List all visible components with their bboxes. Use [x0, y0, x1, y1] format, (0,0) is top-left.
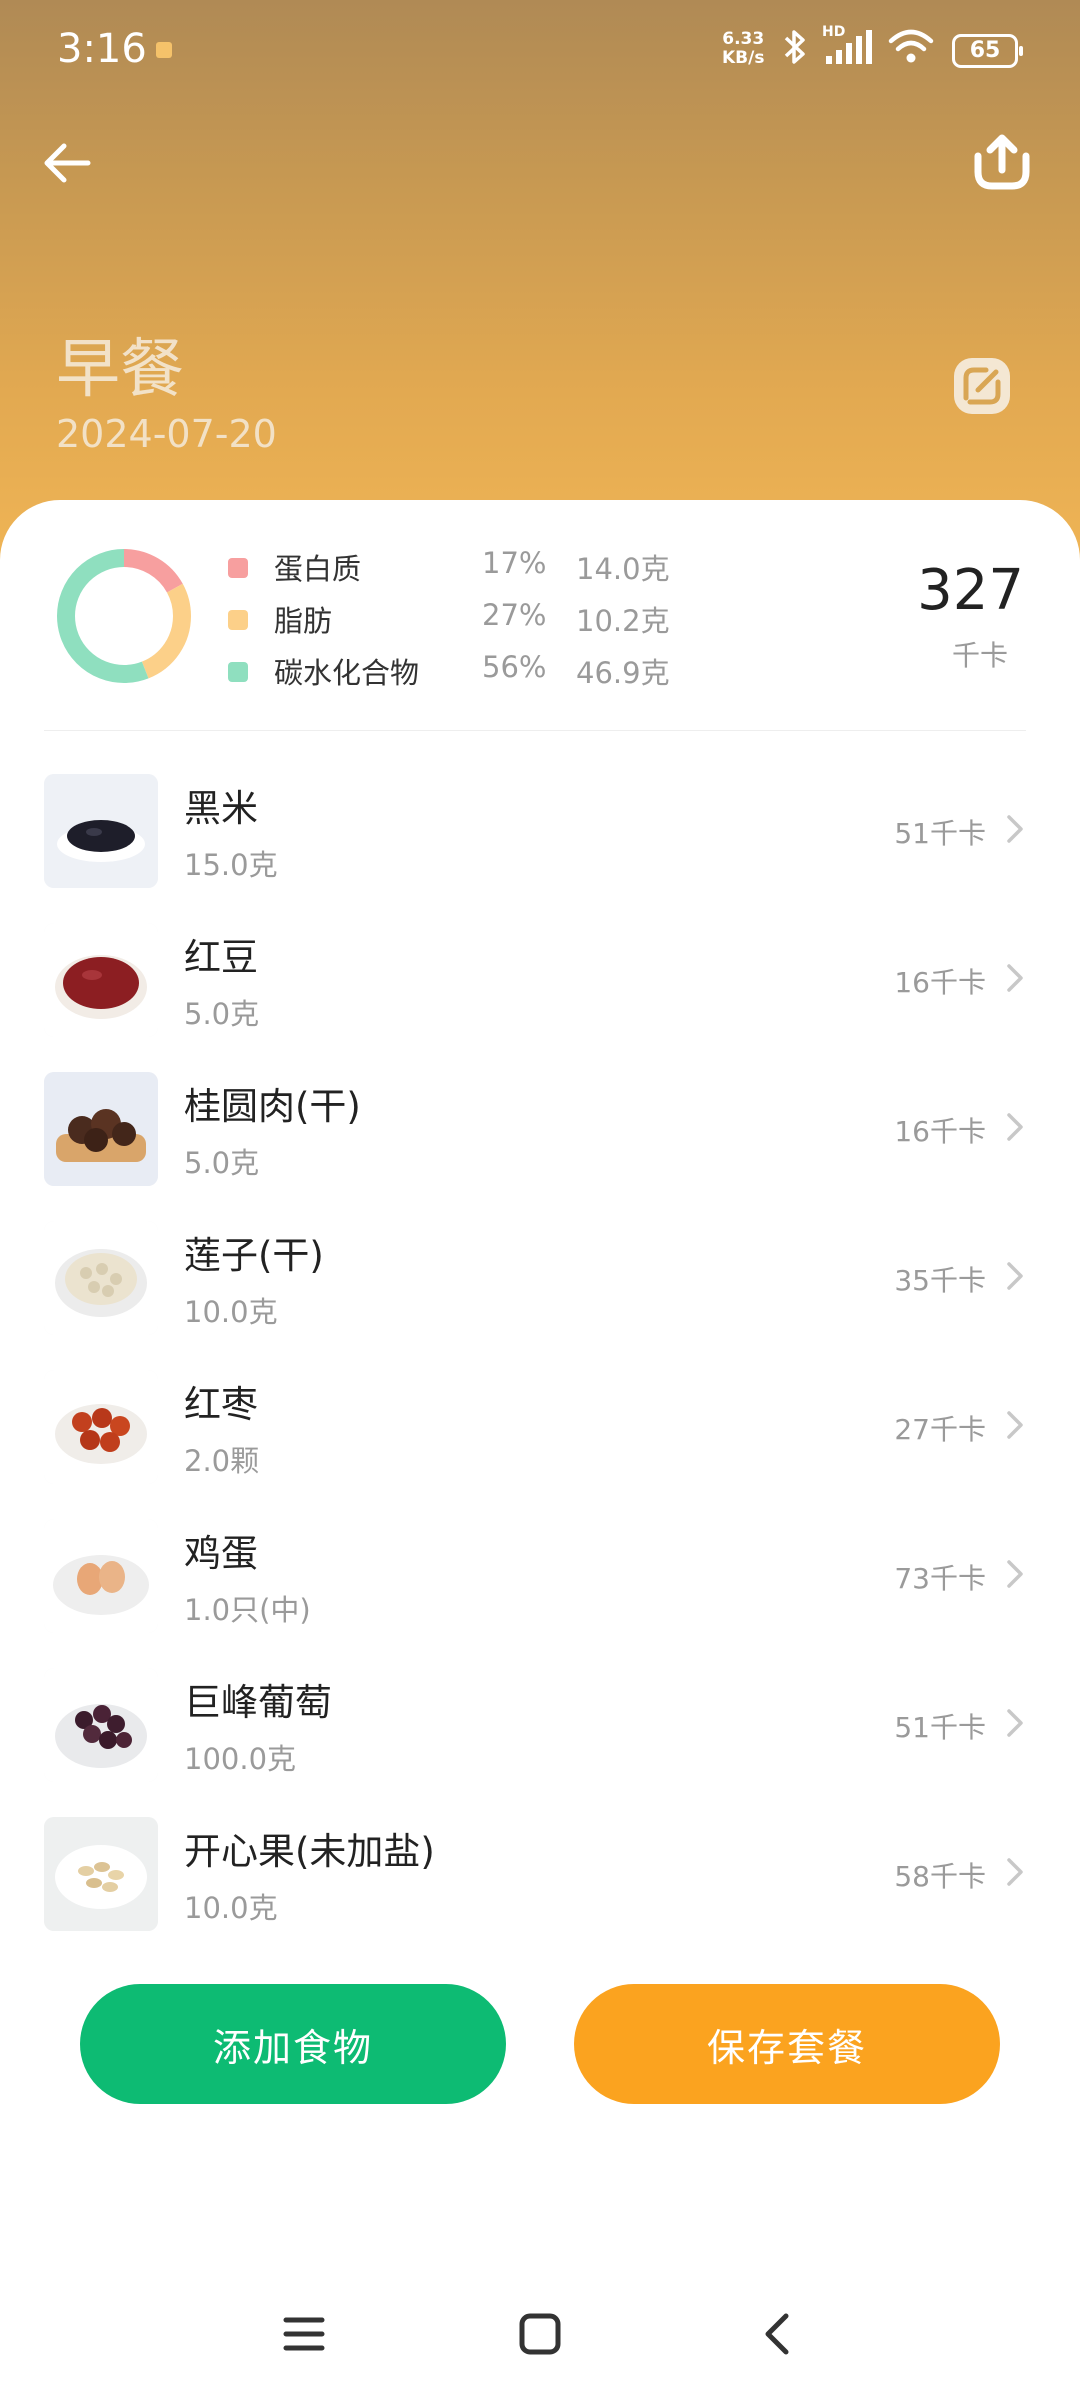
- food-item-red-date[interactable]: 红枣 2.0颗 27千卡: [0, 1360, 1080, 1509]
- legend-name: 脂肪: [274, 604, 333, 638]
- chevron-right-icon: [1007, 1411, 1023, 1439]
- battery-icon: 65: [952, 34, 1023, 68]
- divider: [44, 730, 1026, 731]
- grape-icon: [44, 1668, 158, 1782]
- food-name: 黑米: [184, 787, 258, 830]
- total-kcal-unit: 千卡: [951, 639, 1008, 672]
- food-item-lotus-seed[interactable]: 莲子(干) 10.0克 35千卡: [0, 1211, 1080, 1360]
- chevron-right-icon: [1007, 964, 1023, 992]
- food-kcal: 16千卡: [894, 1115, 986, 1148]
- food-amount: 1.0只(中): [184, 1593, 311, 1627]
- food-item-pistachio[interactable]: 开心果(未加盐) 10.0克 58千卡: [0, 1807, 1080, 1956]
- food-amount: 2.0颗: [184, 1444, 260, 1478]
- home-icon[interactable]: [518, 2312, 562, 2356]
- food-kcal: 51千卡: [894, 1711, 986, 1744]
- legend-name: 蛋白质: [274, 552, 362, 586]
- food-kcal: 16千卡: [894, 966, 986, 999]
- carbs-color-swatch: [228, 662, 248, 682]
- legend-percent: 56%: [482, 650, 547, 684]
- food-name: 红枣: [184, 1383, 258, 1426]
- share-icon[interactable]: [970, 130, 1034, 194]
- legend-name: 碳水化合物: [274, 656, 420, 690]
- food-kcal: 27千卡: [894, 1413, 986, 1446]
- nav-back-icon[interactable]: [758, 2310, 794, 2358]
- network-speed-unit: KB/s: [722, 48, 765, 68]
- protein-color-swatch: [228, 558, 248, 578]
- food-kcal: 51千卡: [894, 817, 986, 850]
- food-list: 黑米 15.0克 51千卡 红豆 5.0克 16千卡 桂圆肉(干) 5.0克 1…: [0, 764, 1080, 1956]
- black-rice-icon: [44, 774, 158, 888]
- wifi-icon: [888, 29, 934, 63]
- bluetooth-icon: [784, 30, 805, 64]
- legend-percent: 17%: [482, 546, 547, 580]
- food-item-red-bean[interactable]: 红豆 5.0克 16千卡: [0, 913, 1080, 1062]
- chevron-right-icon: [1007, 815, 1023, 843]
- legend-grams: 14.0克: [576, 552, 670, 586]
- network-speed: 6.33 KB/s: [722, 30, 764, 68]
- food-amount: 5.0克: [184, 1146, 260, 1180]
- save-meal-button[interactable]: 保存套餐: [574, 1984, 1000, 2104]
- food-kcal: 35千卡: [894, 1264, 986, 1297]
- network-speed-value: 6.33: [722, 29, 765, 49]
- legend-row-carbs: 碳水化合物 56% 46.9克: [228, 650, 708, 702]
- legend-percent: 27%: [482, 598, 547, 632]
- meal-title: 早餐: [56, 333, 184, 407]
- menu-icon[interactable]: [280, 2312, 328, 2356]
- status-icons: HD: [782, 24, 934, 66]
- nutrition-donut-chart: [57, 549, 191, 683]
- food-kcal: 58千卡: [894, 1860, 986, 1893]
- edit-icon[interactable]: [950, 354, 1014, 418]
- legend-row-fat: 脂肪 27% 10.2克: [228, 598, 708, 650]
- legend-grams: 10.2克: [576, 604, 670, 638]
- food-name: 开心果(未加盐): [184, 1830, 435, 1873]
- nutrition-legend: 蛋白质 17% 14.0克 脂肪 27% 10.2克 碳水化合物 56% 46.…: [228, 546, 708, 702]
- lotus-seed-icon: [44, 1221, 158, 1335]
- food-name: 红豆: [184, 936, 258, 979]
- red-date-icon: [44, 1370, 158, 1484]
- notification-icon: [156, 42, 172, 58]
- red-bean-icon: [44, 923, 158, 1037]
- food-kcal: 73千卡: [894, 1562, 986, 1595]
- food-name: 巨峰葡萄: [184, 1681, 332, 1724]
- chevron-right-icon: [1007, 1560, 1023, 1588]
- food-item-grape[interactable]: 巨峰葡萄 100.0克 51千卡: [0, 1658, 1080, 1807]
- chevron-right-icon: [1007, 1858, 1023, 1886]
- chevron-right-icon: [1007, 1262, 1023, 1290]
- food-item-egg[interactable]: 鸡蛋 1.0只(中) 73千卡: [0, 1509, 1080, 1658]
- food-name: 桂圆肉(干): [184, 1085, 361, 1128]
- food-amount: 10.0克: [184, 1295, 278, 1329]
- signal-icon: HD: [822, 24, 874, 66]
- egg-icon: [44, 1519, 158, 1633]
- fat-color-swatch: [228, 610, 248, 630]
- chevron-right-icon: [1007, 1113, 1023, 1141]
- food-item-longan[interactable]: 桂圆肉(干) 5.0克 16千卡: [0, 1062, 1080, 1211]
- status-bar: 3:16 6.33 KB/s HD 65: [0, 0, 1080, 104]
- chevron-right-icon: [1007, 1709, 1023, 1737]
- status-time: 3:16: [57, 26, 147, 72]
- legend-row-protein: 蛋白质 17% 14.0克: [228, 546, 708, 598]
- food-amount: 100.0克: [184, 1742, 297, 1776]
- food-amount: 10.0克: [184, 1891, 278, 1925]
- meal-date: 2024-07-20: [56, 412, 277, 456]
- food-item-black-rice[interactable]: 黑米 15.0克 51千卡: [0, 764, 1080, 913]
- legend-grams: 46.9克: [576, 656, 670, 690]
- food-amount: 15.0克: [184, 848, 278, 882]
- food-name: 莲子(干): [184, 1234, 324, 1277]
- longan-icon: [44, 1072, 158, 1186]
- pistachio-icon: [44, 1817, 158, 1931]
- food-amount: 5.0克: [184, 997, 260, 1031]
- total-kcal-value: 327: [917, 558, 1024, 623]
- back-arrow-icon[interactable]: [40, 136, 94, 190]
- add-food-button[interactable]: 添加食物: [80, 1984, 506, 2104]
- food-name: 鸡蛋: [184, 1532, 258, 1575]
